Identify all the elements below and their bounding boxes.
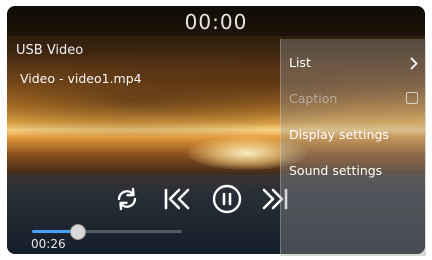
menu-item-label: Sound settings bbox=[289, 163, 383, 178]
seek-bar-handle[interactable] bbox=[70, 224, 86, 240]
menu-item-label: Display settings bbox=[289, 127, 389, 142]
source-label: USB Video bbox=[16, 43, 84, 58]
menu-item-list[interactable]: List bbox=[281, 44, 426, 80]
elapsed-time: 00:26 bbox=[31, 237, 66, 251]
menu-item-display-settings[interactable]: Display settings bbox=[281, 116, 426, 152]
pause-icon bbox=[211, 183, 243, 219]
clock: 00:00 bbox=[184, 10, 248, 34]
chevron-right-icon bbox=[410, 55, 418, 74]
menu-item-label: Caption bbox=[289, 91, 338, 106]
file-name: Video - video1.mp4 bbox=[20, 71, 142, 86]
checkbox-icon[interactable] bbox=[406, 92, 418, 104]
status-bar: 00:00 bbox=[7, 6, 425, 36]
previous-icon bbox=[162, 186, 192, 216]
menu-item-label: List bbox=[289, 55, 311, 70]
options-menu: List Caption Display settings Sound sett… bbox=[280, 39, 426, 256]
previous-button[interactable] bbox=[160, 184, 194, 218]
repeat-icon bbox=[114, 186, 140, 216]
menu-item-caption[interactable]: Caption bbox=[281, 80, 426, 116]
pause-button[interactable] bbox=[210, 184, 244, 218]
playback-controls bbox=[102, 184, 302, 218]
seek-bar[interactable] bbox=[32, 224, 182, 240]
repeat-button[interactable] bbox=[110, 184, 144, 218]
menu-item-sound-settings[interactable]: Sound settings bbox=[281, 152, 426, 188]
